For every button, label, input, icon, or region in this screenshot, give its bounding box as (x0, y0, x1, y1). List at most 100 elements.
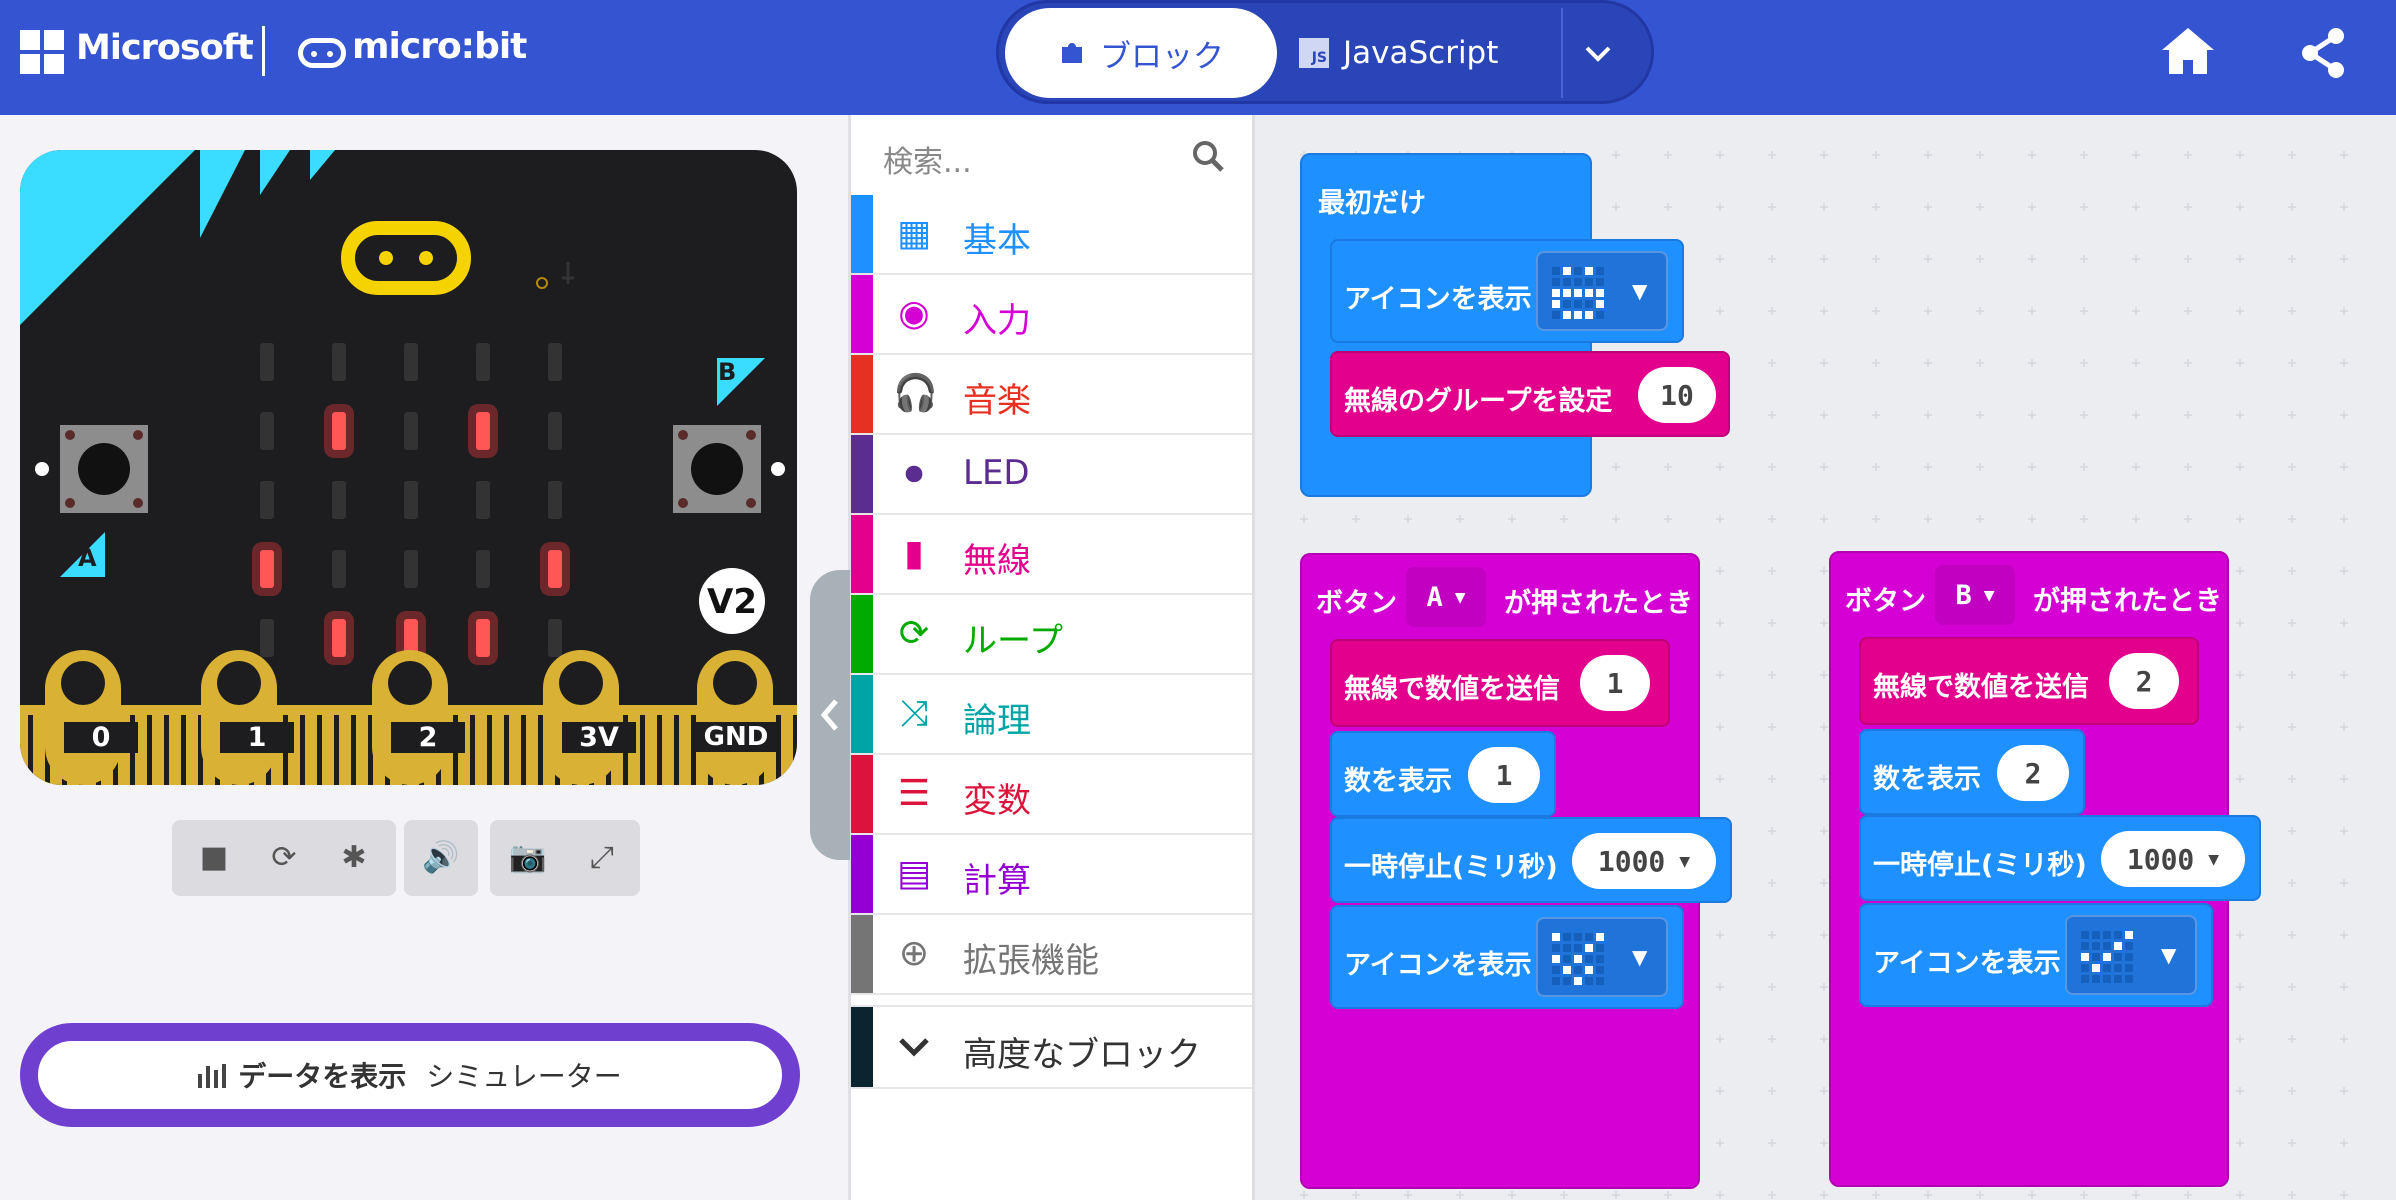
icon-preview (2081, 931, 2133, 983)
pin-label-2[interactable]: 2 (391, 722, 465, 753)
category-label: 入力 (963, 301, 1031, 341)
camera-icon[interactable]: 📷 (508, 838, 548, 878)
pause-block-a[interactable]: 一時停止(ミリ秒) 1000 ▼ (1330, 817, 1732, 903)
collapse-simulator-button[interactable] (810, 570, 850, 860)
simulator-panel: A B V2 0 1 2 3V GND ■ ⟳ ✱ 🔊 📷 ⤢ データを表示 シ… (0, 115, 848, 1200)
tab-blocks-label: ブロック (1100, 38, 1224, 75)
toolbox-category-8[interactable]: ▤ 計算 (851, 835, 1252, 915)
icon-picker-dropdown[interactable]: ▼ (1536, 917, 1668, 997)
sim-control-group: ■ ⟳ ✱ (172, 820, 396, 896)
toolbox-category-2[interactable]: 🎧 音楽 (851, 355, 1252, 435)
pause-value-dropdown[interactable]: 1000 ▼ (2101, 831, 2245, 887)
button-b-dropdown[interactable]: B ▼ (1935, 565, 2015, 625)
toolbox-search[interactable]: 検索... (851, 115, 1252, 195)
set-radio-group-block[interactable]: 無線のグループを設定 10 (1330, 351, 1730, 437)
send-value-input[interactable]: 1 (1580, 655, 1650, 711)
button-b-label: B (718, 358, 737, 386)
view-group: 📷 ⤢ (490, 820, 640, 896)
volume-icon[interactable]: 🔊 (421, 838, 461, 878)
search-icon[interactable] (1191, 139, 1225, 173)
pin-label-3v[interactable]: 3V (562, 722, 636, 753)
toolbox-category-0[interactable]: ▦ 基本 (851, 195, 1252, 275)
bar-chart-icon (198, 1062, 227, 1088)
show-icon-block[interactable]: アイコンを表示 ▼ (1330, 239, 1684, 343)
radio-group-value-input[interactable]: 10 (1638, 367, 1716, 423)
category-label: 論理 (963, 701, 1031, 741)
editor-mode-switch: ブロック JS JavaScript (996, 0, 1654, 104)
show-number-label: 数を表示 (1873, 764, 1981, 795)
show-number-block-b[interactable]: 数を表示 2 (1859, 729, 2085, 815)
led-on (260, 550, 274, 588)
show-icon-block-a[interactable]: アイコンを表示 ▼ (1330, 905, 1684, 1009)
chevron-left-icon (820, 699, 838, 731)
microbit-board[interactable]: A B V2 0 1 2 3V GND (20, 150, 797, 785)
pin-label-1[interactable]: 1 (220, 722, 294, 753)
category-label: ループ (963, 621, 1063, 661)
button-a-value: A (1426, 581, 1443, 613)
pin-hole[interactable] (61, 661, 105, 705)
on-button-a-suffix: が押されたとき (1504, 588, 1693, 619)
mode-divider (1561, 8, 1563, 98)
category-color-bar (851, 595, 873, 673)
icon-picker-dropdown[interactable]: ▼ (1536, 251, 1668, 331)
led-off (476, 481, 490, 519)
stop-icon[interactable]: ■ (194, 838, 234, 878)
show-number-value-input[interactable]: 2 (1997, 745, 2069, 801)
chevron-down-icon[interactable] (1581, 37, 1615, 71)
button-a-dropdown[interactable]: A ▼ (1406, 567, 1486, 627)
on-button-b-prefix: ボタン (1845, 586, 1926, 617)
pin-label-0[interactable]: 0 (64, 722, 138, 753)
toolbox-advanced[interactable]: 高度なブロック (851, 1005, 1252, 1089)
toolbox-category-3[interactable]: ⏺ LED (851, 435, 1252, 515)
led-off (260, 481, 274, 519)
led-off (548, 343, 562, 381)
show-number-value-input[interactable]: 1 (1468, 747, 1540, 803)
toolbox-category-9[interactable]: ⊕ 拡張機能 (851, 915, 1252, 995)
show-data-simulator-button[interactable]: データを表示 シミュレーター (20, 1023, 800, 1127)
toolbox-category-6[interactable]: ⤨ 論理 (851, 675, 1252, 755)
on-button-b-suffix: が押されたとき (2033, 586, 2222, 617)
radio-send-number-block-b[interactable]: 無線で数値を送信 2 (1859, 637, 2199, 725)
toolbox-category-7[interactable]: ☰ 変数 (851, 755, 1252, 835)
pause-value-dropdown[interactable]: 1000 ▼ (1572, 833, 1716, 889)
show-icon-block-b[interactable]: アイコンを表示 ▼ (1859, 903, 2213, 1007)
category-color-bar (851, 275, 873, 353)
category-color-bar (851, 195, 873, 273)
chevron-down-icon (899, 1038, 929, 1057)
pin-hole[interactable] (559, 661, 603, 705)
blocks-workspace[interactable]: 最初だけ アイコンを表示 ▼ 無線のグループを設定 10 ボタン A ▼ が押され… (1255, 115, 2396, 1200)
pin-label-gnd[interactable]: GND (696, 722, 776, 752)
category-label: 拡張機能 (963, 941, 1099, 981)
share-icon[interactable] (2298, 26, 2348, 80)
category-label: 音楽 (963, 381, 1031, 421)
data-button-label: データを表示 (238, 1060, 407, 1093)
restart-icon[interactable]: ⟳ (264, 838, 304, 878)
category-color-bar (851, 355, 873, 433)
show-number-block-a[interactable]: 数を表示 1 (1330, 731, 1556, 817)
pin-hole[interactable] (713, 661, 757, 705)
category-color-bar (851, 675, 873, 753)
icon-preview (1552, 933, 1604, 985)
icon-picker-dropdown[interactable]: ▼ (2065, 915, 2197, 995)
category-color-bar (851, 515, 873, 593)
tab-javascript-label: JavaScript (1343, 35, 1499, 71)
tab-blocks[interactable]: ブロック (1005, 8, 1277, 98)
send-value-input[interactable]: 2 (2109, 653, 2179, 709)
tab-javascript[interactable]: JS JavaScript (1299, 8, 1539, 98)
dropdown-arrow-icon: ▼ (2161, 943, 2177, 967)
toolbox-category-5[interactable]: ⟳ ループ (851, 595, 1252, 675)
radio-send-number-block-a[interactable]: 無線で数値を送信 1 (1330, 639, 1670, 727)
show-icon-label: アイコンを表示 (1344, 950, 1532, 981)
toolbox-category-1[interactable]: ◉ 入力 (851, 275, 1252, 355)
led-off (332, 481, 346, 519)
pin-hole[interactable] (217, 661, 261, 705)
home-icon[interactable] (2160, 26, 2216, 76)
debug-bug-icon[interactable]: ✱ (334, 838, 374, 878)
top-bar: Microsoft micro:bit ブロック JS JavaScript (0, 0, 2396, 115)
simulator-controls: ■ ⟳ ✱ 🔊 📷 ⤢ (172, 820, 640, 896)
pin-hole[interactable] (388, 661, 432, 705)
pause-block-b[interactable]: 一時停止(ミリ秒) 1000 ▼ (1859, 815, 2261, 901)
fullscreen-icon[interactable]: ⤢ (582, 838, 622, 878)
search-input[interactable]: 検索... (883, 137, 972, 181)
toolbox-category-4[interactable]: ▮ 無線 (851, 515, 1252, 595)
